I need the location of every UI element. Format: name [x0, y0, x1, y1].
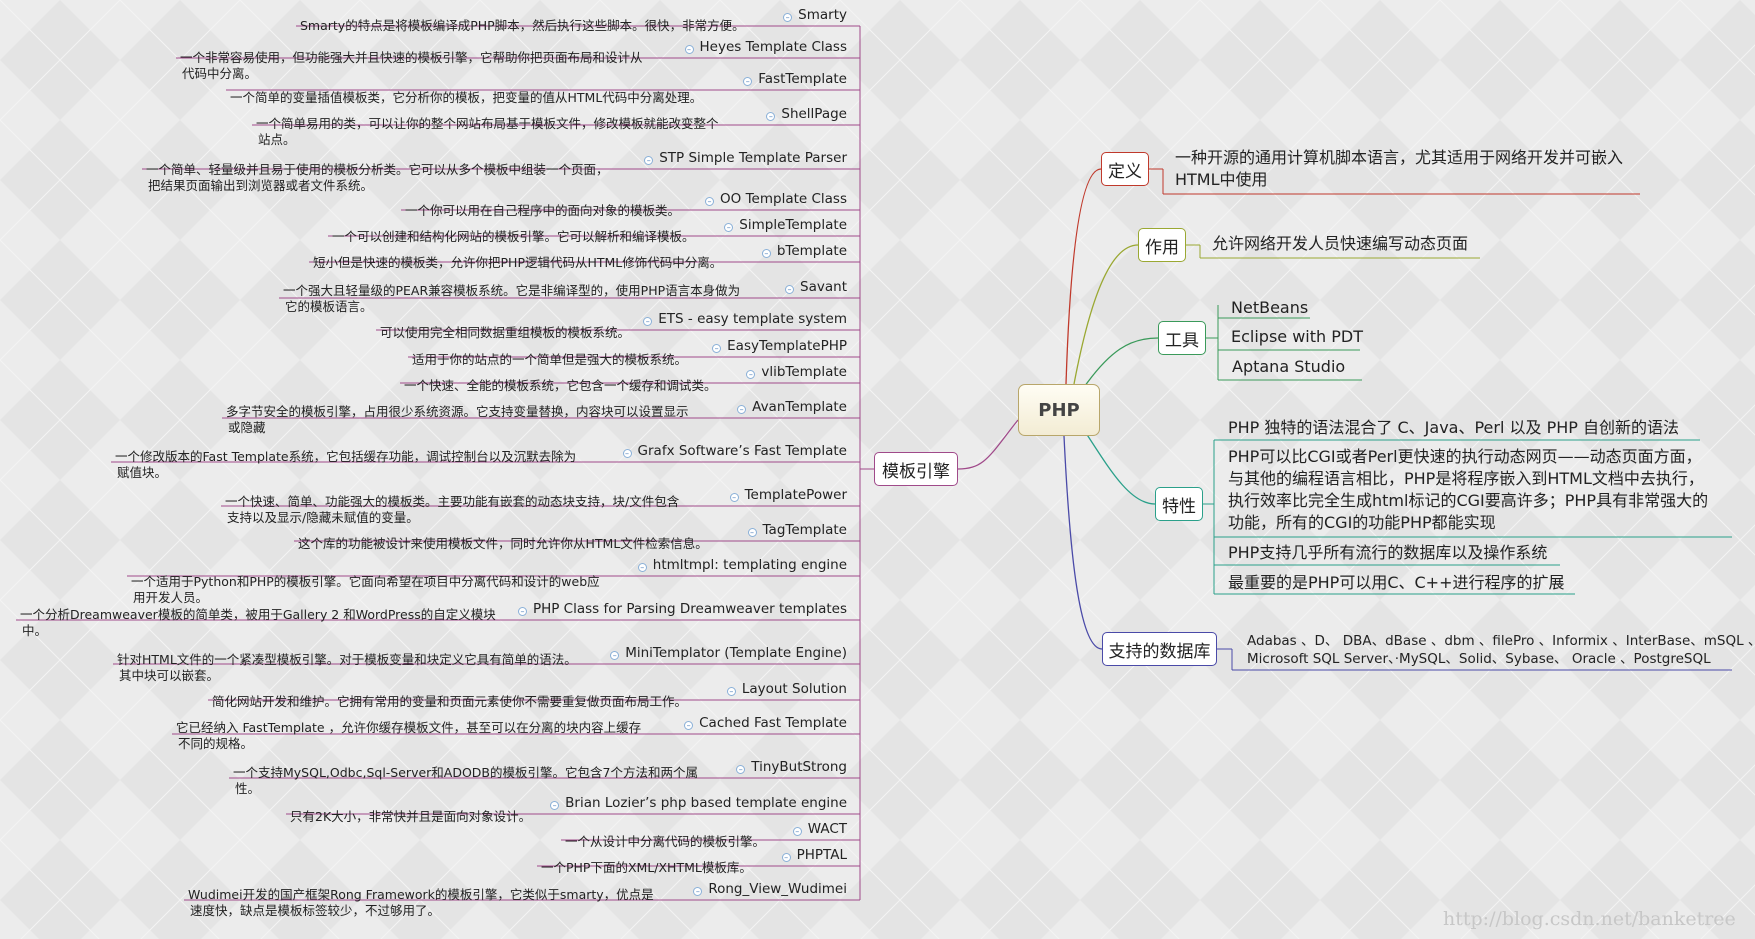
template-engine-description: 一个适用于Python和PHP的模板引擎。它面向希望在项目中分离代码和设计的we…: [131, 574, 600, 605]
branch-connector: [1065, 168, 1102, 385]
feature-4: 最重要的是PHP可以用C、C++进行程序的扩展: [1228, 573, 1565, 592]
branch-databases-label: 支持的数据库: [1108, 641, 1211, 662]
collapse-toggle-icon[interactable]: –: [517, 607, 527, 616]
purpose-text: 允许网络开发人员快速编写动态页面: [1212, 234, 1469, 253]
template-engine-name[interactable]: Heyes Template Class: [700, 39, 848, 55]
template-engine-description: 一个分析Dreamweaver模板的简单类，被用于Gallery 2 和Word…: [20, 607, 496, 638]
template-engine-name[interactable]: WACT: [808, 821, 847, 837]
template-engine-name[interactable]: Layout Solution: [742, 681, 847, 697]
branch-connector: [957, 419, 1019, 470]
feature-2: PHP可以比CGI或者Perl更快速的执行动态网页——动态页面方面， 与其他的编…: [1228, 447, 1709, 532]
template-engine-name[interactable]: Smarty: [798, 7, 847, 23]
collapse-toggle-icon[interactable]: –: [622, 449, 632, 458]
branch-purpose-label: 作用: [1145, 237, 1179, 258]
template-engine-description: 短小但是快速的模板类，允许你把PHP逻辑代码从HTML修饰代码中分离。: [313, 255, 723, 270]
collapse-toggle-icon[interactable]: –: [761, 249, 771, 258]
template-engine-description: 针对HTML文件的一个紧凑型模板引擎。对于模板变量和块定义它具有简单的语法。 其中…: [117, 652, 577, 683]
collapse-toggle-icon[interactable]: –: [705, 197, 715, 206]
template-engine-name[interactable]: htmltmpl: templating engine: [653, 557, 847, 573]
root-label: PHP: [1038, 399, 1080, 421]
template-engine-name[interactable]: ShellPage: [781, 106, 847, 122]
template-engine-name[interactable]: AvanTemplate: [752, 399, 847, 415]
branch-connector: [1073, 244, 1139, 385]
template-engine-description: 简化网站开发和维护。它拥有常用的变量和页面元素使你不需要重复做页面布局工作。: [212, 694, 688, 709]
template-engine-name[interactable]: FastTemplate: [758, 71, 847, 87]
template-engine-description: Wudimei开发的国产框架Rong Framework的模板引擎，它类似于sm…: [188, 887, 654, 918]
template-engine-name[interactable]: Grafx Software’s Fast Template: [638, 443, 847, 459]
template-engine-description: 这个库的功能被设计来使用模板文件，同时允许你从HTML文件检索信息。: [298, 536, 708, 551]
collapse-toggle-icon[interactable]: –: [729, 493, 739, 502]
template-engine-description: 一个PHP下面的XML/XHTML模板库。: [541, 860, 752, 875]
collapse-toggle-icon[interactable]: –: [781, 853, 791, 862]
branch-template-engines[interactable]: 模板引擎: [874, 452, 958, 486]
template-engine-description: 一个支持MySQL,Odbc,Sql-Server和ADODB的模板引擎。它包含…: [233, 765, 698, 796]
root-node[interactable]: PHP: [1018, 384, 1100, 436]
template-engine-name[interactable]: PHPTAL: [797, 847, 847, 863]
template-engine-description: 一个简单易用的类，可以让你的整个网站布局基于模板文件，修改模板就能改变整个 站点。: [256, 116, 719, 147]
template-engine-description: 一个非常容易使用，但功能强大并且快速的模板引擎，它帮助你把页面布局和设计从 代码中…: [180, 50, 643, 81]
template-engine-name[interactable]: Rong_View_Wudimei: [708, 881, 847, 897]
branch-connector: [1083, 429, 1156, 505]
template-engine-name[interactable]: STP Simple Template Parser: [659, 150, 847, 166]
template-engine-name[interactable]: Cached Fast Template: [699, 715, 847, 731]
branch-definition-label: 定义: [1108, 161, 1142, 182]
template-engine-description: 一个可以创建和结构化网站的模板引擎。它可以解析和编译模板。: [332, 229, 695, 244]
template-engine-name[interactable]: TemplatePower: [745, 487, 847, 503]
watermark: http://blog.csdn.net/banketree: [1443, 908, 1736, 930]
template-engine-description: 一个你可以用在自己程序中的面向对象的模板类。: [405, 203, 681, 218]
branch-features-label: 特性: [1162, 496, 1196, 517]
template-engine-name[interactable]: Savant: [800, 279, 847, 295]
template-engine-description: 它已经纳入 FastTemplate ，允许你缓存模板文件，甚至可以在分离的块内…: [176, 720, 642, 751]
template-engine-description: 一个快速、简单、功能强大的模板类。主要功能有嵌套的动态块支持，块/文件包含 支持以…: [225, 494, 680, 525]
template-engine-description: 一个从设计中分离代码的模板引擎。: [565, 834, 766, 849]
template-engine-name[interactable]: MiniTemplator (Template Engine): [625, 645, 847, 661]
template-engine-name[interactable]: TinyButStrong: [751, 759, 847, 775]
branch-definition[interactable]: 定义: [1101, 152, 1149, 186]
collapse-toggle-icon[interactable]: –: [792, 827, 802, 836]
branch-template-engines-label: 模板引擎: [882, 461, 950, 482]
template-engine-description: Smarty的特点是将模板编译成PHP脚本，然后执行这些脚本。很快，非常方便。: [300, 18, 745, 33]
tool-eclipse: Eclipse with PDT: [1231, 327, 1363, 346]
branch-features[interactable]: 特性: [1155, 487, 1203, 521]
template-engine-name[interactable]: vlibTemplate: [761, 364, 847, 380]
template-engine-name[interactable]: ETS - easy template system: [658, 311, 847, 327]
template-engine-description: 只有2K大小，非常快并且是面向对象设计。: [290, 809, 532, 824]
collapse-toggle-icon[interactable]: –: [747, 528, 757, 537]
template-engine-description: 一个修改版本的Fast Template系统，它包括缓存功能，调试控制台以及沉默…: [115, 449, 577, 480]
template-engine-description: 多字节安全的模板引擎，占用很少系统资源。它支持变量替换，内容块可以设置显示 或隐藏: [226, 404, 689, 435]
template-engine-description: 可以使用完全相同数据重组模板的模板系统。: [380, 325, 631, 340]
template-engine-name[interactable]: PHP Class for Parsing Dreamweaver templa…: [533, 601, 847, 617]
tool-aptana: Aptana Studio: [1232, 357, 1346, 376]
branch-connector: [1063, 435, 1103, 650]
template-engine-description: 一个快速、全能的模板系统，它包含一个缓存和调试类。: [404, 378, 717, 393]
template-engine-name[interactable]: OO Template Class: [720, 191, 847, 207]
template-engine-description: 适用于你的站点的一个简单但是强大的模板系统。: [412, 352, 688, 367]
definition-text: 一种开源的通用计算机脚本语言，尤其适用于网络开发并可嵌入 HTML中使用: [1175, 148, 1624, 189]
branch-tools[interactable]: 工具: [1158, 321, 1206, 355]
template-engine-description: 一个简单的变量插值模板类，它分析你的模板，把变量的值从HTML代码中分离处理。: [230, 90, 703, 105]
template-engine-name[interactable]: bTemplate: [777, 243, 847, 259]
collapse-toggle-icon[interactable]: –: [785, 285, 795, 294]
databases-text: Adabas 、D、 DBA、dBase 、dbm 、filePro 、Info…: [1247, 633, 1755, 667]
collapse-toggle-icon[interactable]: –: [684, 45, 694, 54]
feature-3: PHP支持几乎所有流行的数据库以及操作系统: [1228, 543, 1548, 562]
feature-1: PHP 独特的语法混合了 C、Java、Perl 以及 PHP 自创新的语法: [1228, 418, 1680, 437]
tool-netbeans: NetBeans: [1231, 298, 1309, 317]
branch-connector: [1081, 337, 1159, 391]
template-engine-name[interactable]: Brian Lozier’s php based template engine: [565, 795, 847, 811]
template-engine-name[interactable]: TagTemplate: [763, 522, 847, 538]
collapse-toggle-icon[interactable]: –: [726, 687, 736, 696]
template-engine-name[interactable]: SimpleTemplate: [739, 217, 847, 233]
branch-tools-label: 工具: [1165, 330, 1199, 351]
branch-databases[interactable]: 支持的数据库: [1102, 632, 1217, 666]
template-engine-description: 一个简单、轻量级并且易于使用的模板分析类。它可以从多个模板中组装一个页面， 把结果…: [146, 162, 609, 193]
template-engine-name[interactable]: EasyTemplatePHP: [727, 338, 847, 354]
branch-purpose[interactable]: 作用: [1138, 228, 1186, 262]
collapse-toggle-icon[interactable]: –: [637, 563, 647, 572]
